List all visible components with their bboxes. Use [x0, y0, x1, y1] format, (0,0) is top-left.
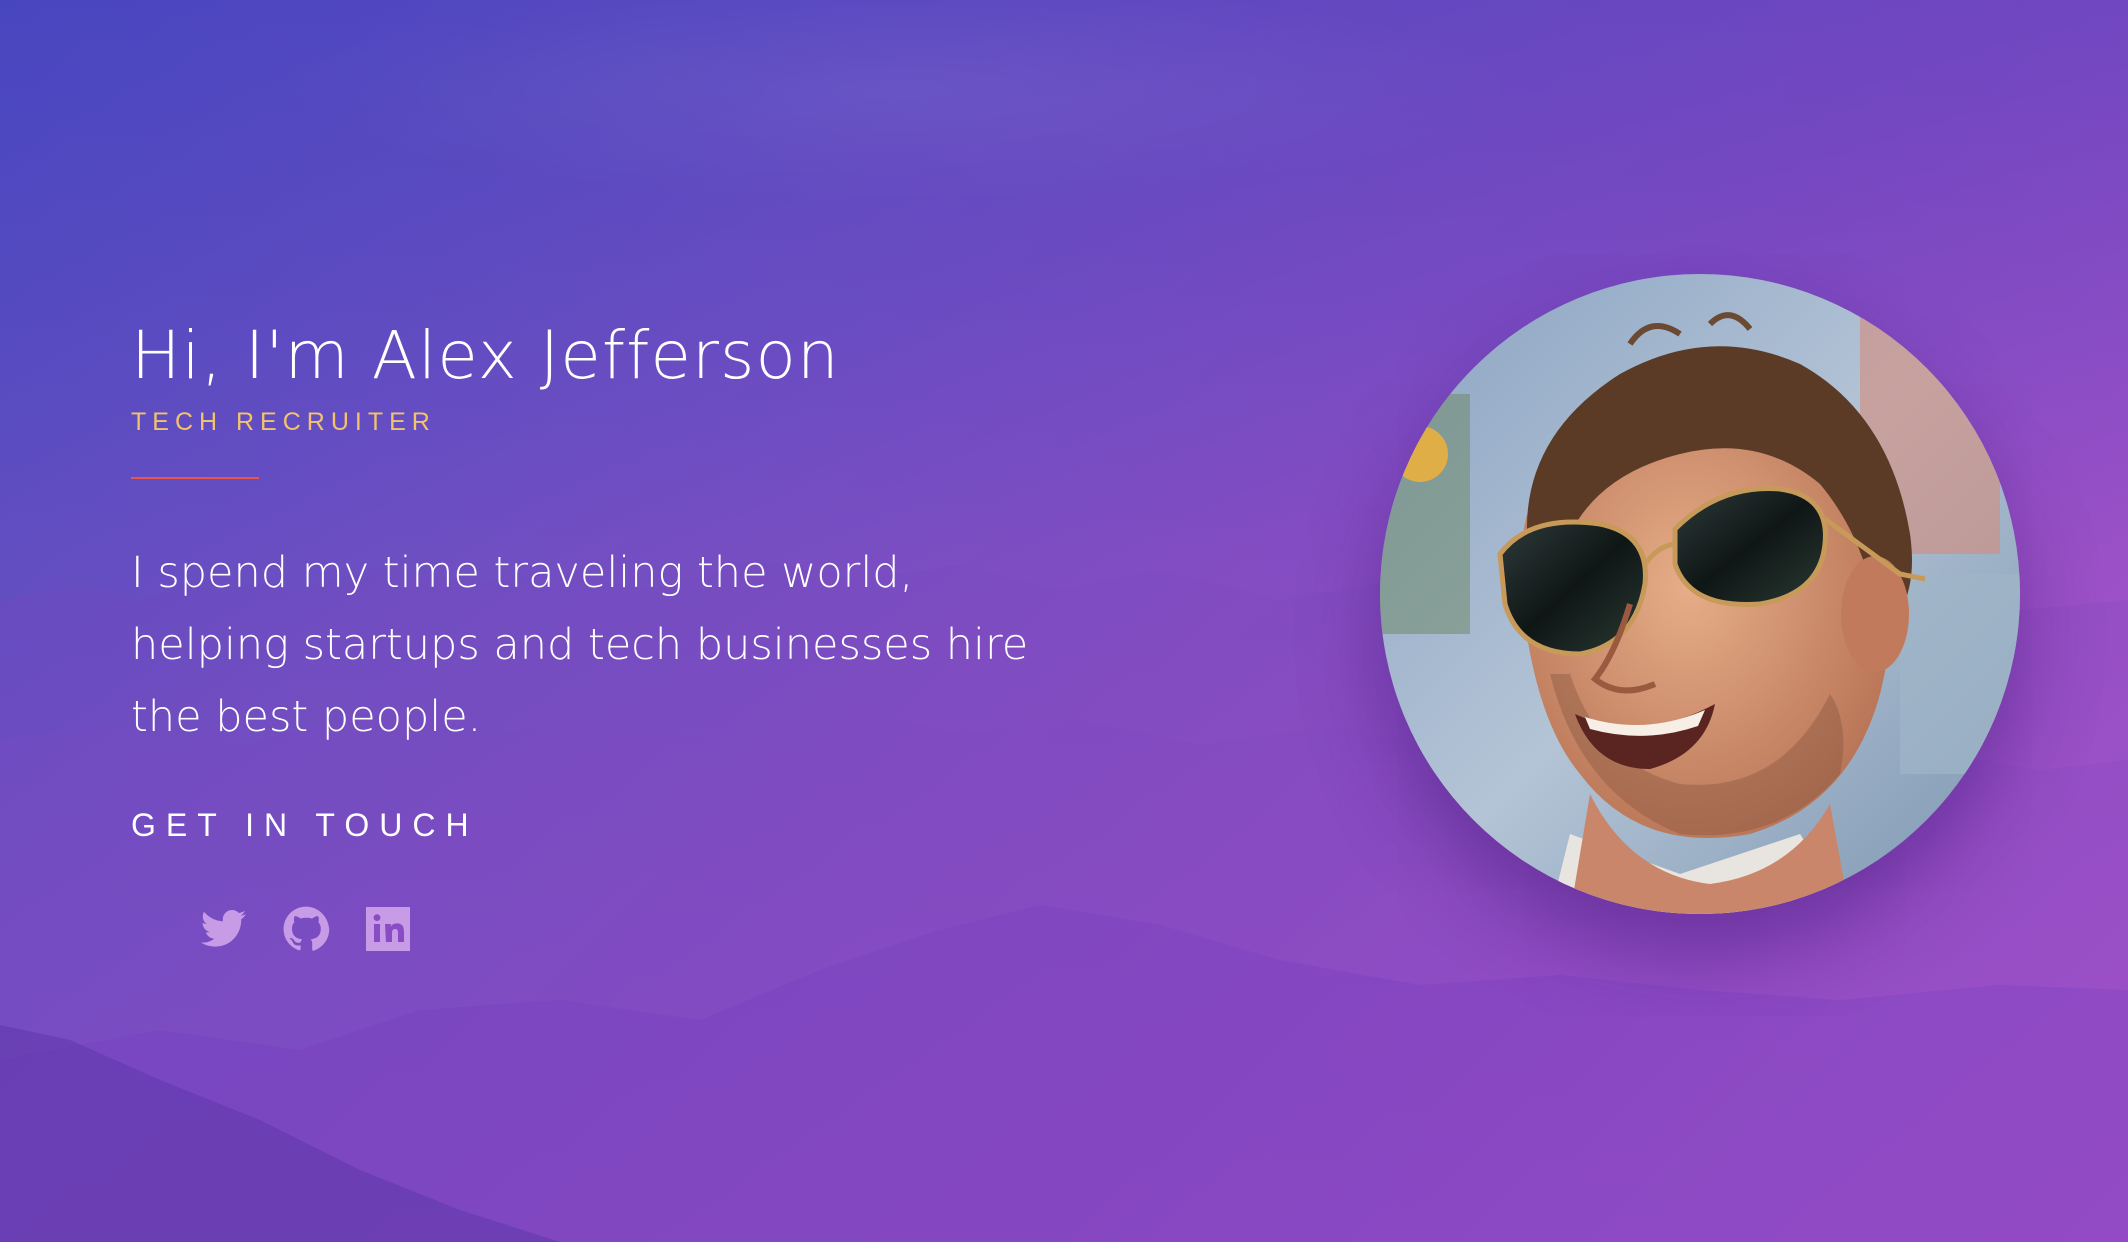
twitter-link[interactable]	[200, 905, 248, 953]
profile-photo	[1380, 274, 2020, 914]
job-title: TECH RECRUITER	[131, 408, 436, 436]
hero-section: Hi, I'm Alex Jefferson TECH RECRUITER I …	[0, 0, 2128, 1242]
page-title: Hi, I'm Alex Jefferson	[131, 317, 840, 394]
github-icon	[283, 906, 330, 951]
twitter-icon	[200, 910, 246, 947]
intro-content: Hi, I'm Alex Jefferson TECH RECRUITER I …	[131, 316, 1031, 844]
linkedin-icon	[366, 907, 410, 951]
profile-photo-illustration	[1380, 274, 2020, 914]
linkedin-link[interactable]	[364, 905, 412, 953]
bio-text: I spend my time traveling the world, hel…	[131, 548, 1029, 742]
get-in-touch-link[interactable]: GET IN TOUCH	[131, 807, 479, 844]
social-links	[200, 905, 412, 953]
accent-divider	[131, 477, 259, 479]
github-link[interactable]	[282, 905, 330, 953]
